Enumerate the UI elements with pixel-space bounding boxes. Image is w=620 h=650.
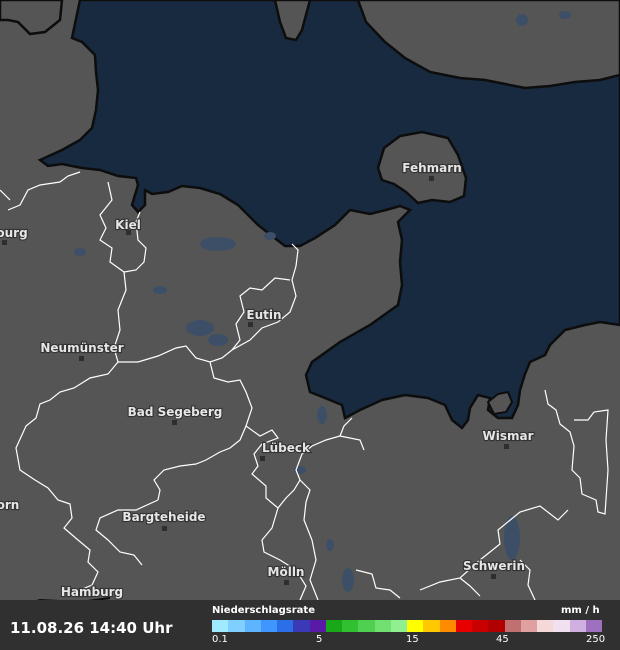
radar-map[interactable]: Fehmarn Kiel Eutin Neumünster Bad Segebe… — [0, 0, 620, 650]
label-bargteheide: Bargteheide — [122, 510, 205, 524]
legend-color-step-20 — [537, 620, 554, 632]
legend-tick-5: 5 — [316, 634, 323, 645]
label-fehmarn: Fehmarn — [402, 161, 461, 175]
legend-title: Niederschlagsrate — [212, 605, 315, 616]
legend-color-step-17 — [488, 620, 505, 632]
legend-tick-0-1: 0.1 — [212, 634, 228, 645]
legend-color-step-14 — [439, 620, 456, 632]
legend-color-step-21 — [553, 620, 570, 632]
label-wismar: Wismar — [482, 429, 533, 443]
label-neumuenster: Neumünster — [40, 341, 123, 355]
label-eutin: Eutin — [246, 308, 281, 322]
legend-color-step-8 — [342, 620, 359, 632]
legend-tick-15: 15 — [406, 634, 419, 645]
precipitation-legend-scale — [212, 620, 602, 632]
legend-tick-45: 45 — [496, 634, 509, 645]
legend-color-step-11 — [390, 620, 407, 632]
legend-color-step-23 — [585, 620, 602, 632]
legend-color-step-13 — [423, 620, 440, 632]
legend-tick-250: 250 — [586, 634, 606, 645]
legend-color-step-12 — [407, 620, 424, 632]
legend-color-step-18 — [504, 620, 521, 632]
legend-color-step-4 — [277, 620, 294, 632]
map-canvas[interactable]: Fehmarn Kiel Eutin Neumünster Bad Segebe… — [0, 0, 620, 650]
legend-color-step-15 — [455, 620, 472, 632]
legend-color-step-2 — [244, 620, 261, 632]
label-schwerin: Schwerin — [463, 559, 525, 573]
label-luebeck: Lübeck — [262, 441, 311, 455]
legend-color-step-0 — [212, 620, 229, 632]
legend-color-step-3 — [260, 620, 277, 632]
legend-color-step-19 — [520, 620, 537, 632]
legend-color-step-9 — [358, 620, 375, 632]
label-hamburg: Hamburg — [61, 585, 123, 599]
legend-color-step-22 — [569, 620, 586, 632]
label-kiel: Kiel — [115, 218, 141, 232]
label-partial-left-1: ourg — [0, 226, 28, 240]
label-partial-left-2: orn — [0, 498, 19, 512]
label-moelln: Mölln — [268, 565, 305, 579]
legend-color-step-7 — [325, 620, 342, 632]
legend-color-step-5 — [293, 620, 310, 632]
legend-color-step-6 — [309, 620, 326, 632]
legend-color-step-10 — [374, 620, 391, 632]
timestamp: 11.08.26 14:40 Uhr — [10, 619, 173, 637]
label-bad-segeberg: Bad Segeberg — [128, 405, 223, 419]
legend-color-step-1 — [228, 620, 245, 632]
legend-color-step-16 — [472, 620, 489, 632]
legend-unit: mm / h — [561, 605, 600, 616]
